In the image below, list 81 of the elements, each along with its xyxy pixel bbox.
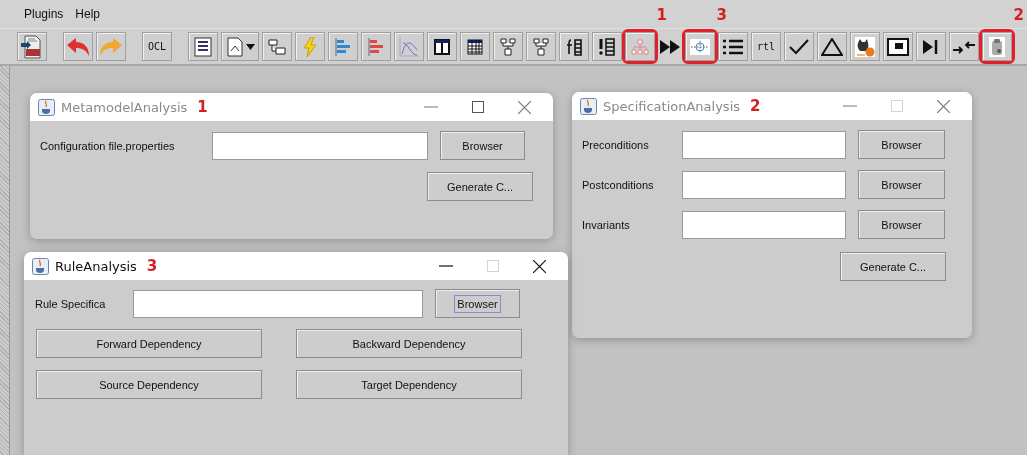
window-icon (887, 37, 909, 56)
field-label: Rule Specifica (35, 297, 107, 310)
maximize-icon[interactable] (472, 101, 484, 113)
toolbar-button[interactable] (17, 32, 47, 61)
browse-button[interactable]: Browser (858, 210, 945, 239)
line-chart-icon (399, 36, 419, 57)
browse-button[interactable]: Browser (858, 130, 945, 159)
callout-number: 3 (146, 257, 158, 275)
redo-icon (99, 36, 123, 57)
table-icon (467, 38, 483, 55)
columns-icon (434, 38, 450, 55)
close-icon[interactable] (533, 259, 546, 273)
action-button[interactable]: Backward Dependency (296, 329, 522, 358)
pdf-file-icon (20, 34, 44, 59)
fast-forward-icon (660, 39, 680, 54)
list-icon (723, 38, 743, 55)
document-icon (194, 36, 212, 57)
java-cup-icon (580, 97, 597, 115)
toolbar-button[interactable] (188, 32, 218, 61)
browse-button[interactable]: Browser (435, 289, 520, 318)
toolbar-button[interactable]: OCL (142, 32, 172, 61)
action-button[interactable]: Source Dependency (36, 370, 262, 399)
toolbar-button[interactable] (916, 32, 946, 61)
window-title: MetamodelAnalysis (61, 99, 188, 115)
action-button[interactable]: Generate C... (840, 252, 946, 281)
triangle-icon (821, 37, 843, 56)
action-button[interactable]: Target Dependency (296, 370, 522, 399)
toolbar-button[interactable] (592, 32, 622, 61)
field-label: Invariants (582, 218, 631, 231)
toolbar-button[interactable] (817, 32, 847, 61)
field-label: Postconditions (582, 178, 655, 191)
action-button[interactable]: Generate C... (427, 172, 533, 201)
toolbar-button[interactable]: rtl (751, 32, 781, 61)
callout-number: 2 (750, 97, 761, 115)
callout-number: 1 (197, 98, 208, 116)
toolbar-button[interactable] (221, 32, 259, 61)
callout-number: 2 (1013, 8, 1024, 23)
toolbar-button[interactable] (460, 32, 490, 61)
org-chart-icon (631, 38, 649, 55)
toolbar-button[interactable] (784, 32, 814, 61)
toolbar-button[interactable] (718, 32, 748, 61)
input-field[interactable] (133, 289, 423, 318)
input-field[interactable] (212, 131, 428, 160)
toolbar-button[interactable] (559, 32, 589, 61)
opposing-arrows-icon (953, 39, 975, 54)
toolbar-button[interactable] (949, 32, 979, 61)
field-label: Preconditions (582, 138, 650, 151)
toolbar-button[interactable] (526, 32, 556, 61)
cat-icon (855, 36, 875, 57)
input-field[interactable] (682, 210, 846, 239)
window-title: RuleAnalysis (55, 258, 137, 274)
checkmark-icon (789, 38, 809, 55)
input-field[interactable] (682, 170, 846, 199)
java-cup-icon (32, 257, 49, 275)
toolbar-button[interactable] (850, 32, 880, 61)
menu-item[interactable]: Plugins (24, 7, 64, 21)
diagram-icon (225, 36, 244, 57)
browse-button[interactable]: Browser (440, 131, 525, 160)
skip-icon (923, 39, 939, 54)
lightning-icon (302, 36, 318, 57)
blocks-icon (500, 37, 516, 56)
callout-number: 1 (656, 8, 667, 23)
field-label: Configuration file.properties (40, 139, 176, 152)
toolbar-button[interactable] (493, 32, 523, 61)
formula-icon (565, 37, 583, 56)
input-field[interactable] (682, 130, 846, 159)
undo-icon (66, 36, 90, 57)
window-title: SpecificationAnalysis (603, 98, 741, 114)
toolbar-button[interactable] (427, 32, 457, 61)
flowchart-icon (268, 37, 286, 56)
warning-list-icon (598, 37, 616, 56)
blocks-icon (533, 37, 549, 56)
java-cup-icon (38, 98, 55, 116)
action-button[interactable]: Forward Dependency (36, 329, 262, 358)
menu-item[interactable]: Help (75, 7, 101, 21)
callout-number: 3 (716, 8, 727, 23)
clipboard-icon (989, 36, 1005, 57)
node-icon (690, 38, 710, 55)
browse-button[interactable]: Browser (858, 170, 945, 199)
toolbar-button[interactable] (883, 32, 913, 61)
caret-icon (245, 43, 255, 50)
